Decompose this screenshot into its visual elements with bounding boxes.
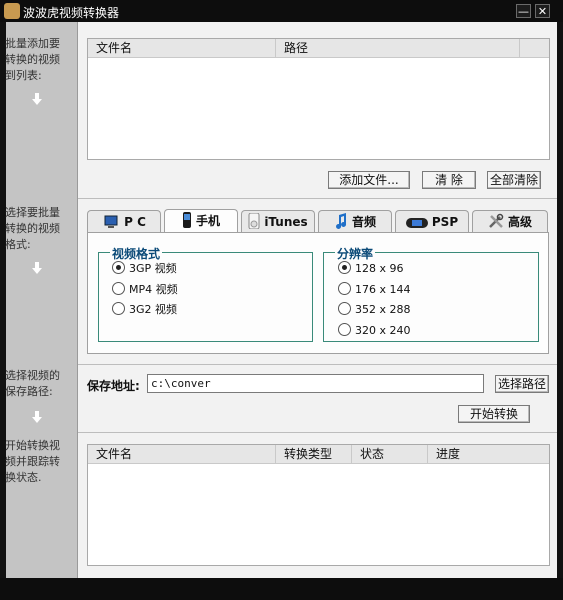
radio-label: 128 x 96 bbox=[355, 262, 404, 275]
section-divider bbox=[78, 198, 557, 199]
column-header-convert-type[interactable]: 转换类型 bbox=[276, 445, 352, 463]
guide-step-add: 批量添加要转换的视频到列表: bbox=[5, 37, 60, 82]
tab-label: 音频 bbox=[351, 215, 376, 229]
close-button[interactable]: ✕ bbox=[535, 4, 550, 18]
radio-button[interactable] bbox=[112, 302, 125, 315]
tab-psp[interactable]: PSP bbox=[395, 210, 469, 233]
radio-button-selected[interactable] bbox=[338, 261, 351, 274]
tab-label: 高级 bbox=[507, 215, 532, 229]
column-header-filename[interactable]: 文件名 bbox=[88, 445, 276, 463]
start-convert-button[interactable]: 开始转换 bbox=[458, 405, 530, 423]
radio-label: 176 x 144 bbox=[355, 283, 411, 296]
window-title: 波波虎视频转换器 bbox=[23, 6, 120, 20]
clear-button[interactable]: 清 除 bbox=[422, 171, 476, 189]
column-header-path[interactable]: 路径 bbox=[276, 39, 520, 57]
radio-label: 352 x 288 bbox=[355, 303, 411, 316]
radio-352x288[interactable]: 352 x 288 bbox=[338, 302, 411, 318]
choose-path-button[interactable]: 选择路径 bbox=[495, 375, 549, 393]
radio-label: 3GP 视频 bbox=[129, 262, 177, 275]
radio-label: MP4 视频 bbox=[129, 283, 178, 296]
tab-label: PSP bbox=[431, 215, 459, 229]
tab-label: P C bbox=[124, 215, 146, 229]
tab-label: iTunes bbox=[264, 215, 308, 229]
radio-3gp[interactable]: 3GP 视频 bbox=[112, 261, 177, 277]
tab-audio[interactable]: 音频 bbox=[318, 210, 392, 233]
save-path-label: 保存地址: bbox=[87, 379, 140, 393]
radio-label: 3G2 视频 bbox=[129, 303, 178, 316]
tab-itunes[interactable]: iTunes bbox=[241, 210, 315, 233]
video-format-title: 视频格式 bbox=[110, 245, 163, 262]
tab-phone[interactable]: 手机 bbox=[164, 209, 238, 234]
file-list[interactable]: 文件名 路径 bbox=[87, 38, 550, 160]
column-header-status[interactable]: 状态 bbox=[352, 445, 428, 463]
clear-all-button[interactable]: 全部清除 bbox=[487, 171, 541, 189]
tab-advanced[interactable]: 高级 bbox=[472, 210, 548, 233]
minimize-button[interactable]: — bbox=[516, 4, 531, 18]
tab-pc[interactable]: P C bbox=[87, 210, 161, 233]
radio-label: 320 x 240 bbox=[355, 324, 411, 337]
arrow-down-icon bbox=[31, 262, 43, 274]
window-frame-right bbox=[557, 22, 563, 578]
guide-step-format: 选择要批量转换的视频格式: bbox=[5, 206, 60, 251]
radio-button[interactable] bbox=[338, 323, 351, 336]
section-divider bbox=[78, 364, 557, 365]
save-path-input[interactable]: c:\conver bbox=[147, 374, 484, 393]
guide-step-convert: 开始转换视频并跟踪转换状态. bbox=[5, 439, 60, 484]
guide-panel bbox=[6, 22, 78, 578]
conversion-status-list[interactable]: 文件名 转换类型 状态 进度 bbox=[87, 444, 550, 566]
add-file-button[interactable]: 添加文件... bbox=[328, 171, 410, 189]
radio-176x144[interactable]: 176 x 144 bbox=[338, 282, 411, 298]
app-logo-icon bbox=[4, 3, 20, 19]
tab-label: 手机 bbox=[195, 214, 220, 228]
radio-3g2[interactable]: 3G2 视频 bbox=[112, 302, 177, 318]
column-header-filename[interactable]: 文件名 bbox=[88, 39, 276, 57]
guide-step-path: 选择视频的保存路径: bbox=[5, 369, 60, 398]
radio-button[interactable] bbox=[338, 302, 351, 315]
status-list-header: 文件名 转换类型 状态 进度 bbox=[88, 445, 549, 464]
arrow-down-icon bbox=[31, 93, 43, 105]
radio-128x96[interactable]: 128 x 96 bbox=[338, 261, 404, 277]
section-divider bbox=[78, 432, 557, 433]
resolution-title: 分辨率 bbox=[335, 245, 376, 262]
radio-mp4[interactable]: MP4 视频 bbox=[112, 282, 178, 298]
radio-320x240[interactable]: 320 x 240 bbox=[338, 323, 411, 339]
radio-button[interactable] bbox=[338, 282, 351, 295]
radio-button[interactable] bbox=[112, 282, 125, 295]
window-frame-bottom bbox=[0, 578, 563, 600]
file-list-header: 文件名 路径 bbox=[88, 39, 549, 58]
radio-button-selected[interactable] bbox=[112, 261, 125, 274]
arrow-down-icon bbox=[31, 411, 43, 423]
column-header-progress[interactable]: 进度 bbox=[428, 445, 549, 463]
